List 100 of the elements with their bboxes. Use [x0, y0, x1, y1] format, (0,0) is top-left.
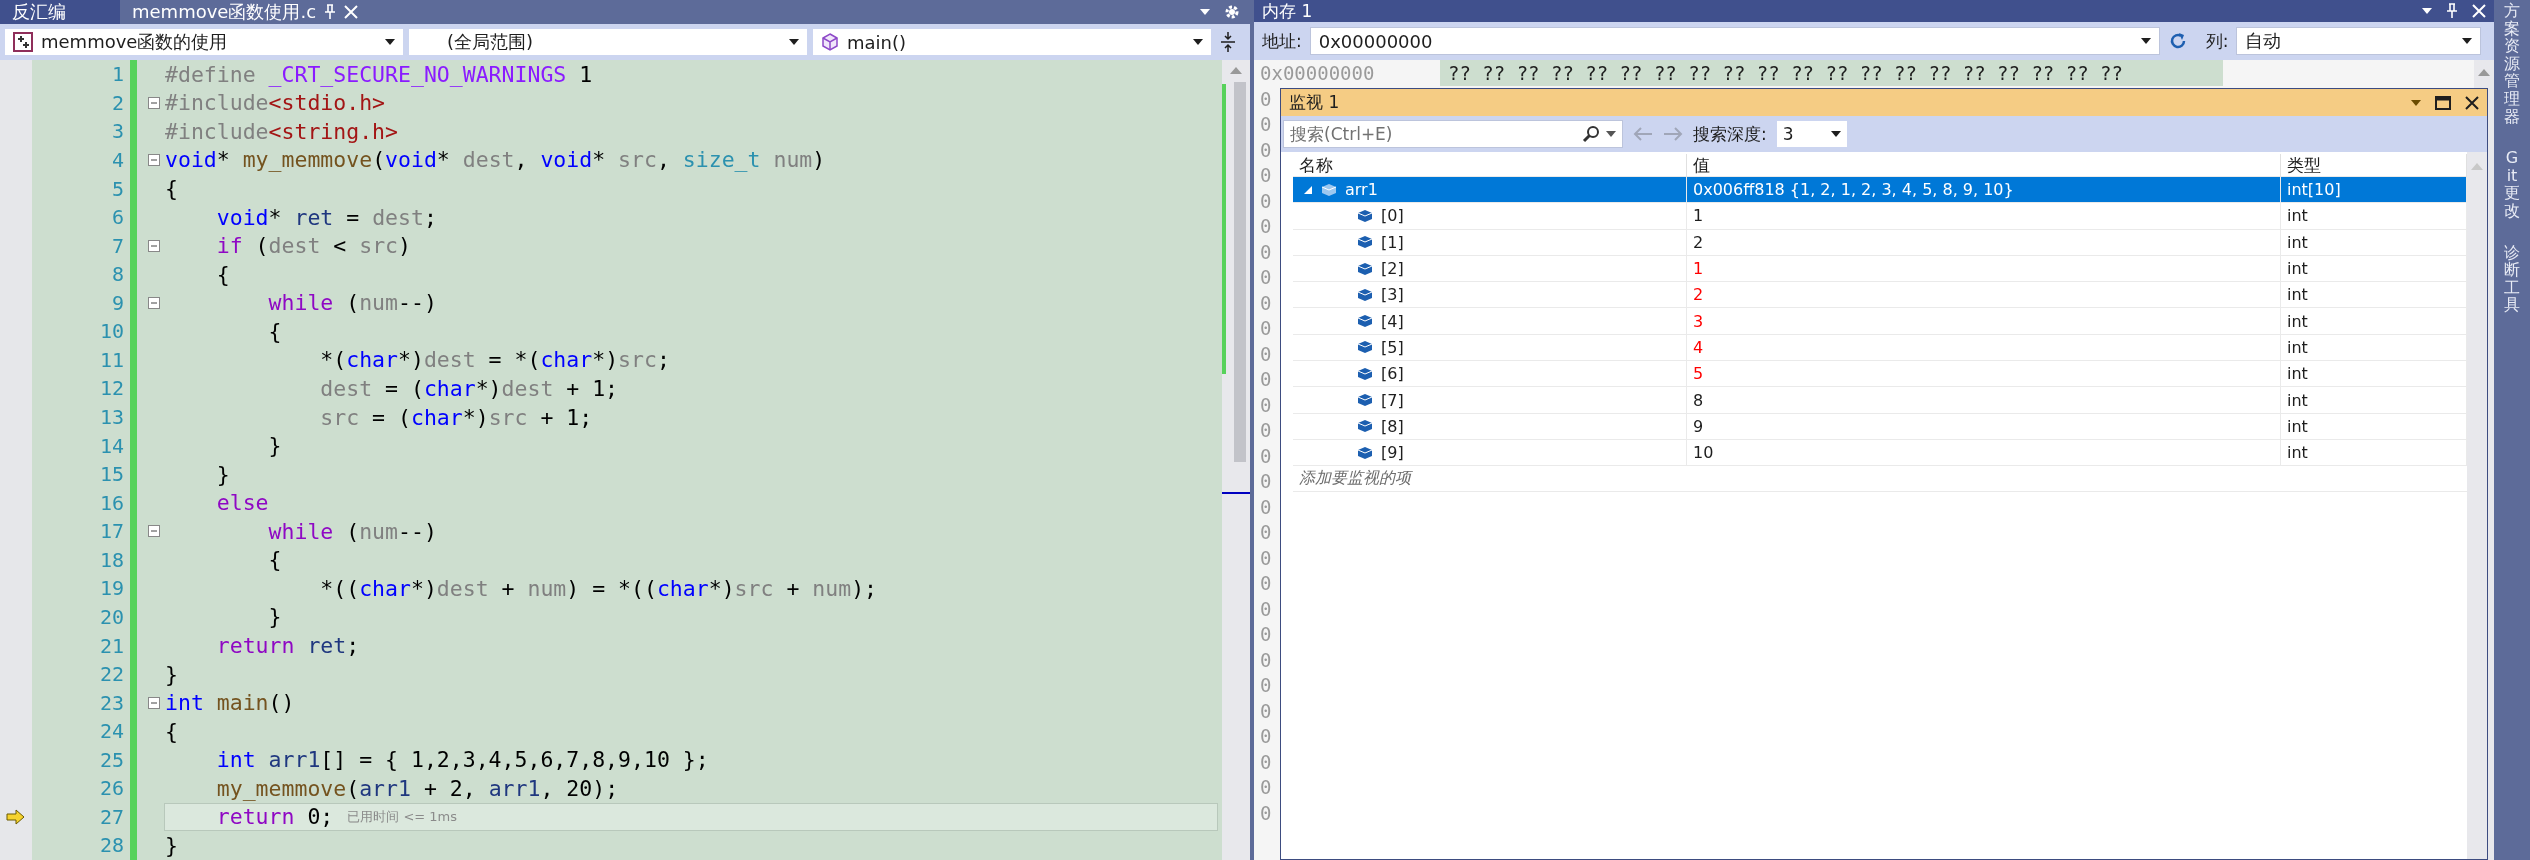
watch-row[interactable]: [9] 10 int	[1293, 439, 2467, 467]
close-icon[interactable]	[2465, 95, 2479, 110]
variable-name: [8]	[1381, 416, 1404, 436]
watch-row[interactable]: [5] 4 int	[1293, 334, 2467, 362]
code-line: }	[165, 832, 178, 858]
memory-address: 0	[1260, 240, 1272, 263]
code-line: while (num--)	[267, 518, 437, 544]
collapse-icon[interactable]	[148, 525, 160, 538]
memory-address: 0	[1260, 113, 1272, 136]
memory-address: 0	[1260, 215, 1272, 238]
line-number: 4	[32, 145, 137, 175]
line-number: 16	[32, 488, 137, 517]
code-line: dest = (char*)dest + 1;	[319, 375, 619, 401]
panel-title: 监视 1	[1289, 91, 1341, 114]
add-watch-placeholder[interactable]: 添加要监视的项	[1299, 468, 1411, 490]
variable-name: [4]	[1381, 311, 1404, 331]
line-number: 11	[32, 345, 137, 375]
line-number: 6	[32, 202, 137, 232]
line-number: 23	[32, 688, 137, 717]
watch-row[interactable]: [8] 9 int	[1293, 413, 2467, 440]
memory-address: 0	[1260, 546, 1272, 569]
watch-row[interactable]: [6] 5 int	[1293, 361, 2467, 388]
collapse-icon[interactable]	[148, 239, 160, 252]
side-tab[interactable]: 诊断工具	[2504, 243, 2520, 314]
line-number: 17	[32, 517, 137, 546]
code-line: *((char*)dest + num) = *((char*)src + num);	[319, 575, 877, 601]
code-line: src = (char*)src + 1;	[319, 404, 593, 430]
variable-icon	[1357, 208, 1373, 223]
variable-type: int	[2287, 390, 2308, 410]
caret-icon	[1200, 9, 1210, 15]
variable-type: int	[2287, 337, 2308, 357]
watch-row[interactable]: [3] 2 int	[1293, 282, 2467, 309]
expanded-triangle-icon[interactable]	[1303, 184, 1313, 195]
navigation-dropdown[interactable]: memmove函数的使用	[4, 28, 404, 56]
watch-row[interactable]: [0] 1 int	[1293, 203, 2467, 230]
memory-address: 0	[1260, 750, 1272, 773]
caret-icon	[2462, 38, 2473, 44]
scroll-up-icon[interactable]	[2478, 68, 2490, 76]
watch-row[interactable]: [2] 1 int	[1293, 255, 2467, 283]
line-number: 12	[32, 374, 137, 403]
columns-dropdown[interactable]: 自动	[2236, 27, 2482, 55]
code-line: #include<stdio.h>	[165, 90, 386, 116]
variable-icon	[1357, 366, 1373, 381]
navigation-dropdown[interactable]: (全局范围)	[408, 28, 808, 56]
variable-value: 5	[1693, 364, 1704, 384]
collapse-icon[interactable]	[148, 296, 160, 309]
navigation-dropdown[interactable]: main()	[812, 28, 1212, 56]
side-tab[interactable]: Git 更改	[2504, 149, 2520, 220]
split-icon[interactable]	[1221, 32, 1235, 52]
maximize-icon[interactable]	[2435, 95, 2451, 110]
memory-address: 0	[1260, 597, 1272, 620]
variable-type: int	[2287, 416, 2308, 436]
memory-address: 0	[1260, 266, 1272, 289]
caret-icon	[2140, 38, 2151, 44]
variable-name: [6]	[1381, 364, 1404, 384]
code-line: return 0;	[215, 804, 334, 830]
line-number: 28	[32, 831, 137, 860]
search-icon[interactable]	[1582, 125, 1600, 143]
code-line: {	[267, 547, 282, 573]
file-tab[interactable]: memmove函数使用.c	[120, 0, 371, 24]
caret-icon	[1830, 131, 1841, 137]
code-line: #include<string.h>	[165, 118, 398, 144]
line-number: 15	[32, 459, 137, 489]
scroll-up-icon[interactable]	[1230, 66, 1242, 74]
line-number: 5	[32, 174, 137, 203]
memory-address: 0	[1260, 291, 1272, 314]
search-depth-dropdown[interactable]: 3	[1776, 121, 1847, 147]
memory-address: 0	[1260, 317, 1272, 340]
pin-icon[interactable]	[324, 4, 337, 20]
collapse-icon[interactable]	[148, 96, 160, 109]
caret-icon	[385, 39, 395, 45]
pin-icon[interactable]	[2446, 3, 2458, 19]
side-tab[interactable]: 方案资源管理器	[2504, 2, 2520, 126]
code-line: while (num--)	[267, 290, 437, 316]
caret-icon	[1606, 131, 1616, 137]
variable-name: [2]	[1381, 259, 1404, 279]
line-number: 7	[32, 231, 137, 260]
variable-type: int[10]	[2287, 180, 2341, 200]
variable-value: 1	[1693, 206, 1704, 226]
line-number: 26	[32, 774, 137, 803]
scrollbar-thumb[interactable]	[1234, 82, 1246, 462]
code-line: {	[165, 176, 178, 202]
settings-icon[interactable]	[1224, 4, 1240, 20]
collapse-icon[interactable]	[148, 696, 160, 709]
collapse-icon[interactable]	[148, 153, 160, 166]
watch-row[interactable]: [7] 8 int	[1293, 387, 2467, 414]
watch-row[interactable]: [1] 2 int	[1293, 229, 2467, 256]
line-number: 14	[32, 431, 137, 460]
scrollbar[interactable]	[1222, 60, 1250, 860]
address-field[interactable]: 0x00000000	[1309, 27, 2160, 55]
search-field[interactable]: 搜索(Ctrl+E)	[1283, 120, 1623, 148]
variable-type: int	[2287, 285, 2308, 305]
watch-row[interactable]: [4] 3 int	[1293, 308, 2467, 335]
variable-name: [0]	[1381, 206, 1404, 226]
variable-value: 10	[1693, 443, 1714, 463]
line-number: 21	[32, 631, 137, 660]
variable-name: [7]	[1381, 390, 1404, 410]
watch-row[interactable]: arr1 0x006ff818 {1, 2, 1, 2, 3, 4, 5, 8, 9, 10} int[10]	[1293, 177, 2467, 204]
memory-address: 0	[1260, 699, 1272, 722]
line-number: 25	[32, 745, 137, 775]
